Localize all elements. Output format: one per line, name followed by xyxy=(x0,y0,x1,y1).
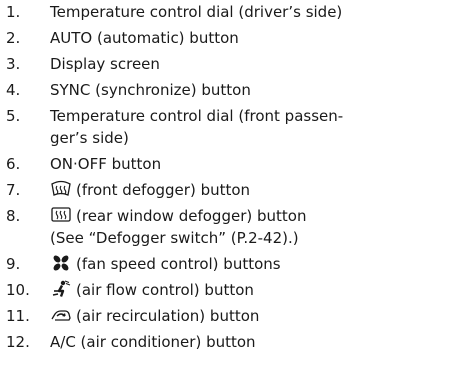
item-text: (front defogger) button xyxy=(76,181,251,199)
item-text: (fan speed control) buttons xyxy=(76,255,281,273)
item-content: (rear window defogger) button xyxy=(50,206,306,227)
item-content: (air flow control) button xyxy=(50,280,254,301)
item-text: AUTO (automatic) button xyxy=(50,29,239,47)
item-text: A/C (air conditioner) button xyxy=(50,333,256,351)
fan-icon xyxy=(50,254,72,272)
item-content: (air recirculation) button xyxy=(50,306,259,327)
item-number: 3. xyxy=(6,55,21,73)
item-number: 8. xyxy=(6,207,21,225)
item-text: (air flow control) button xyxy=(76,281,254,299)
control-legend-list: 1. Temperature control dial (driver’s si… xyxy=(0,0,473,375)
item-text: Display screen xyxy=(50,55,160,73)
item-text: Temperature control dial (driver’s side) xyxy=(50,3,343,21)
item-text: ON·OFF button xyxy=(50,155,162,173)
item-content: (fan speed control) buttons xyxy=(50,254,281,275)
item-number: 2. xyxy=(6,29,21,47)
item-text: SYNC (synchronize) button xyxy=(50,81,251,99)
item-text: Temperature control dial (front passen- xyxy=(50,107,344,125)
air-recirculation-icon xyxy=(50,306,72,324)
item-number: 11. xyxy=(6,307,30,325)
item-number: 4. xyxy=(6,81,21,99)
cross-reference-note: (See “Defogger switch” (P.2-42).) xyxy=(50,229,299,247)
item-number: 12. xyxy=(6,333,30,351)
item-number: 1. xyxy=(6,3,21,21)
item-content: (front defogger) button xyxy=(50,180,250,201)
item-text-continuation: ger’s side) xyxy=(50,129,129,147)
item-text: (air recirculation) button xyxy=(76,307,260,325)
item-text: (rear window defogger) button xyxy=(76,207,307,225)
item-number: 7. xyxy=(6,181,21,199)
item-number: 10. xyxy=(6,281,30,299)
front-defogger-icon xyxy=(50,180,72,198)
air-flow-icon xyxy=(50,280,72,298)
rear-defogger-icon xyxy=(50,206,72,224)
item-number: 5. xyxy=(6,107,21,125)
item-number: 9. xyxy=(6,255,21,273)
item-number: 6. xyxy=(6,155,21,173)
